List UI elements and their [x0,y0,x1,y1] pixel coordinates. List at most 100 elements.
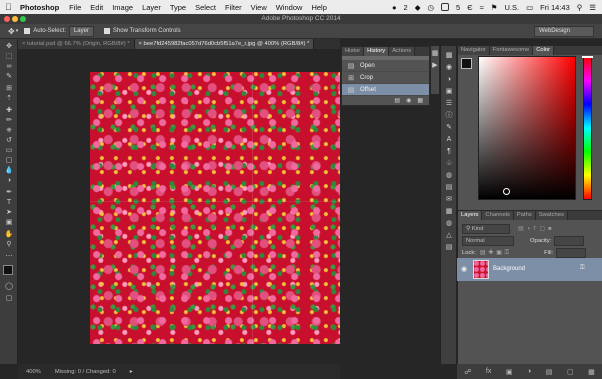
move-tool-icon[interactable]: ✥ [4,43,14,51]
paragraph-icon[interactable]: ¶ [445,148,453,156]
display-icon[interactable] [441,3,450,11]
palette-icon[interactable]: ◉ [445,64,453,72]
tab-swatches[interactable]: Swatches [535,211,568,220]
eyedropper-tool-icon[interactable]: ⇡ [4,95,14,103]
transform-controls-checkbox[interactable] [103,28,110,34]
new-layer-icon[interactable]: ▢ [567,368,574,376]
bluetooth-icon[interactable]: Є [467,3,472,12]
color-picker-field[interactable] [478,56,576,200]
layer-style-icon[interactable]: fx [486,368,491,375]
trash-icon[interactable]: ▦ [417,97,423,104]
foreground-color-swatch[interactable] [461,58,472,69]
fill-input[interactable] [556,248,587,258]
wifi-icon[interactable]: ≈ [480,3,484,12]
tab-histogram[interactable]: Histor [342,47,365,56]
glyphs-icon[interactable]: ♧ [445,160,453,168]
apple-icon[interactable]:  [5,2,14,12]
tab-paths[interactable]: Paths [513,211,536,220]
workspace-dropdown[interactable]: WebDesign [534,25,594,37]
layers-icon[interactable]: ▩ [445,52,453,60]
crop-tool-icon[interactable]: ⊞ [4,85,14,93]
quick-mask-icon[interactable]: ◯ [4,283,14,291]
history-brush-tool-icon[interactable]: ↺ [4,137,14,145]
properties-icon[interactable]: ☰ [445,100,453,108]
tab-actions[interactable]: Actions [389,47,416,56]
creative-cloud-icon[interactable]: ● [392,3,397,12]
more-tools-icon[interactable]: ⋯ [4,253,14,261]
actions-icon[interactable]: ▶ [431,62,439,70]
history-row[interactable]: ⊞ Crop [342,72,429,84]
layer-filter-kind[interactable]: ⚲ Kind [462,224,510,234]
battery-icon[interactable]: ▭ [526,3,533,12]
menu-window[interactable]: Window [276,3,303,12]
menu-image[interactable]: Image [112,3,133,12]
zoom-window-icon[interactable] [20,16,26,22]
histogram-icon[interactable]: ▦ [431,50,439,58]
link-layers-icon[interactable]: ☍ [464,368,471,376]
history-row-selected[interactable]: ▤ Offset [342,84,429,96]
move-tool-icon[interactable]: ✥ [8,27,15,36]
adjustment-layer-icon[interactable]: ◑ [527,368,531,375]
filter-type-icons[interactable]: ▤◑T▢■ [518,226,555,232]
clone-source-icon[interactable]: ◍ [445,172,453,180]
lock-icons[interactable]: ▤✚▣⚿ [480,250,512,257]
close-window-icon[interactable] [4,16,10,22]
clock-app-icon[interactable]: ◷ [428,3,435,12]
zoom-level[interactable]: 400% [26,369,41,375]
zoom-tool-icon[interactable]: ⚲ [4,241,14,249]
hue-slider[interactable] [582,56,593,200]
channels-icon[interactable]: ◍ [445,220,453,228]
brush-tool-icon[interactable]: ✏ [4,117,14,125]
comp-icon[interactable]: ▦ [445,208,453,216]
screen-mode-icon[interactable]: ▢ [4,295,14,303]
tab-navigator[interactable]: Navigator [458,46,490,55]
menu-layer[interactable]: Layer [142,3,161,12]
dodge-tool-icon[interactable]: ◑ [4,177,14,185]
add-mask-icon[interactable]: ▣ [506,368,513,376]
eraser-tool-icon[interactable]: ▭ [4,147,14,155]
menu-file[interactable]: File [69,3,81,12]
adjustments-icon[interactable]: ◑ [445,76,453,84]
spotlight-icon[interactable]: ⚲ [577,3,583,12]
new-document-from-state-icon[interactable]: ▤ [394,97,400,104]
gradient-tool-icon[interactable]: ▢ [4,157,14,165]
lasso-tool-icon[interactable]: ∞ [4,63,14,71]
auto-select-checkbox[interactable] [24,28,31,34]
tab-channels[interactable]: Channels [482,211,514,220]
blur-tool-icon[interactable]: 💧 [4,167,14,175]
foreground-color-swatch[interactable] [3,265,13,275]
menu-view[interactable]: View [251,3,267,12]
menu-help[interactable]: Help [311,3,326,12]
auto-select-dropdown[interactable]: Layer [68,25,94,37]
document-canvas-floral-pattern[interactable] [90,72,340,344]
tab-fontawesome[interactable]: Fontawesome [489,46,534,55]
menu-clock[interactable]: Fri 14:43 [540,3,570,12]
document-tab-active[interactable]: × bee7fd245982fac057d76d0cb5f51a7e_r.jpg… [134,39,315,49]
hue-slider-handle[interactable] [582,56,593,58]
info-menu-chevron-icon[interactable]: ▸ [130,369,133,375]
snapshot-camera-icon[interactable]: ◉ [406,97,411,104]
menu-type[interactable]: Type [170,3,186,12]
tab-layers[interactable]: Layers [458,211,483,220]
dropbox-icon[interactable]: ◆ [415,3,421,12]
tool-preset-chevron-icon[interactable]: ▾ [16,28,19,34]
menu-edit[interactable]: Edit [90,3,103,12]
menu-select[interactable]: Select [195,3,216,12]
rectangle-tool-icon[interactable]: ▣ [4,219,14,227]
character-icon[interactable]: A [445,136,453,144]
type-tool-icon[interactable]: T [4,199,14,207]
clone-stamp-tool-icon[interactable]: ⎈ [4,127,14,135]
healing-brush-tool-icon[interactable]: ✚ [4,107,14,115]
visibility-eye-icon[interactable]: ◉ [461,265,467,273]
color-picker-cursor[interactable] [503,188,510,195]
3d-icon[interactable]: △ [445,232,453,240]
brush-presets-icon[interactable]: ✎ [445,124,453,132]
pen-tool-icon[interactable]: ✒ [4,189,14,197]
opacity-input[interactable] [554,236,585,246]
trash-icon[interactable]: ▦ [588,368,595,376]
document-tab-tutorial[interactable]: × tutorial.psd @ 66.7% (Origin, RGB/8#) … [18,39,135,49]
new-group-icon[interactable]: ▤ [546,368,553,376]
tab-history[interactable]: History [364,47,390,56]
flag-icon[interactable]: ⚑ [491,3,498,12]
app-menu[interactable]: Photoshop [20,3,59,12]
